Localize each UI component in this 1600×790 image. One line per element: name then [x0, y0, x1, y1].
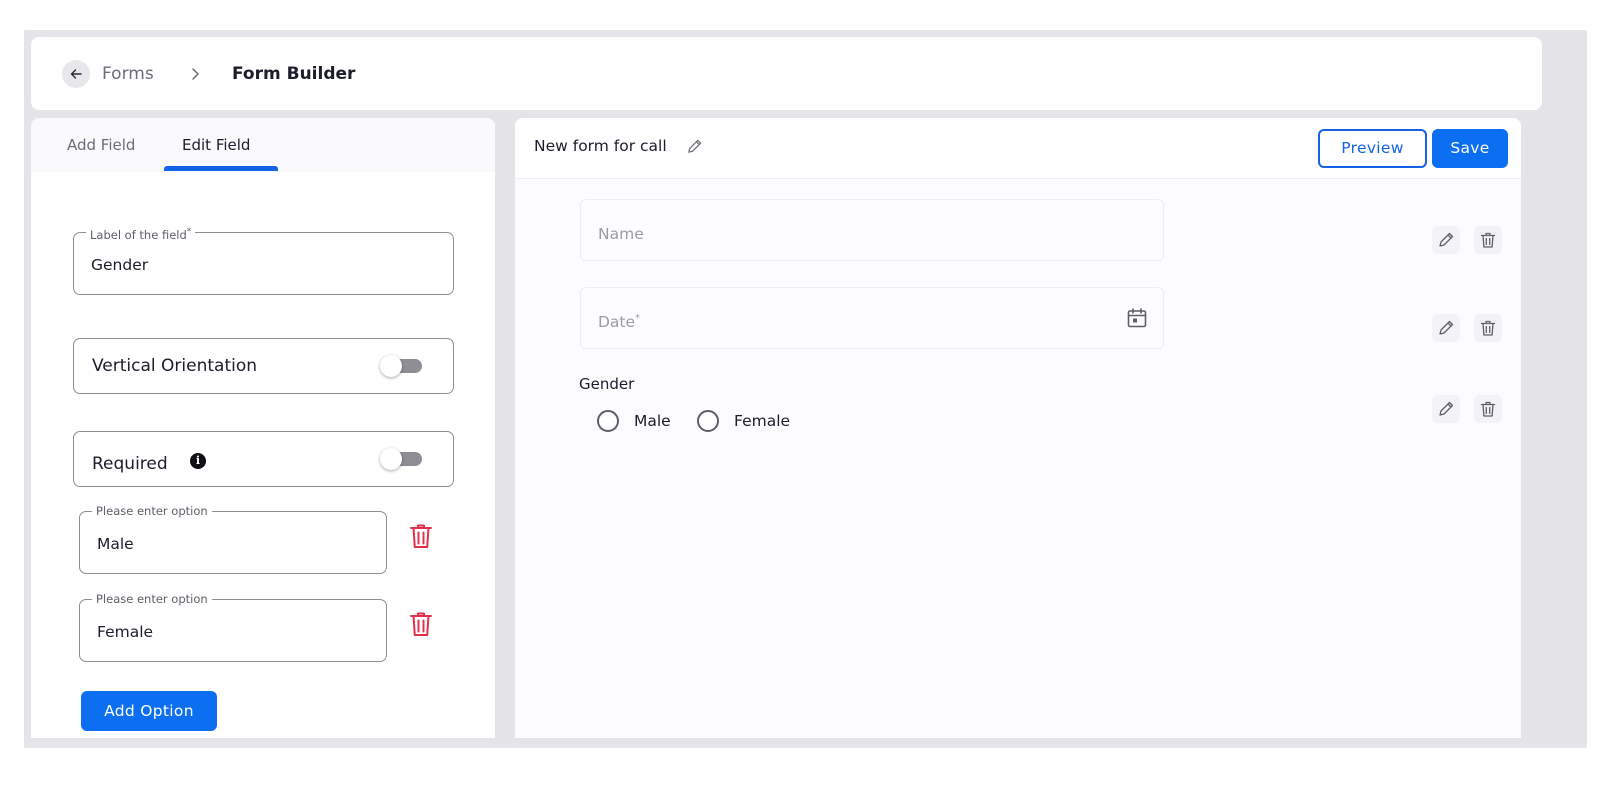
- option-value: Male: [97, 535, 134, 553]
- name-field[interactable]: Name: [580, 199, 1164, 261]
- form-title: New form for call: [534, 137, 667, 155]
- name-placeholder: Name: [598, 225, 644, 244]
- trash-icon: [1480, 320, 1496, 336]
- tab-add-field[interactable]: Add Field: [67, 135, 135, 155]
- edit-gender-field-button[interactable]: [1432, 395, 1460, 423]
- field-label-legend: Label of the field*: [86, 225, 196, 242]
- trash-icon: [1480, 232, 1496, 248]
- field-label-input[interactable]: Label of the field* Gender: [73, 225, 454, 295]
- delete-date-field-button[interactable]: [1474, 314, 1502, 342]
- breadcrumb-forms-link[interactable]: Forms: [102, 64, 154, 84]
- add-option-button[interactable]: Add Option: [81, 691, 217, 731]
- pencil-icon: [1439, 401, 1454, 416]
- vertical-orientation-toggle[interactable]: [380, 354, 424, 378]
- chevron-right-icon: [192, 68, 199, 80]
- delete-option-1-icon[interactable]: [408, 522, 434, 550]
- required-label: Required: [92, 454, 168, 474]
- radio-male-label: Male: [634, 412, 671, 430]
- vertical-orientation-label: Vertical Orientation: [92, 356, 258, 376]
- option-input-1[interactable]: Please enter option Male: [79, 504, 387, 574]
- preview-button[interactable]: Preview: [1318, 129, 1427, 168]
- back-button[interactable]: [62, 60, 90, 88]
- delete-option-2-icon[interactable]: [408, 610, 434, 638]
- required-toggle[interactable]: [380, 447, 424, 471]
- tab-bar: Add Field Edit Field: [31, 118, 495, 172]
- vertical-orientation-row: Vertical Orientation: [73, 338, 454, 394]
- page-title: Form Builder: [232, 64, 356, 84]
- delete-gender-field-button[interactable]: [1474, 395, 1502, 423]
- toggle-knob: [380, 448, 402, 470]
- radio-male[interactable]: [597, 410, 619, 432]
- gender-field-label: Gender: [579, 375, 635, 393]
- calendar-icon[interactable]: [1126, 307, 1148, 329]
- option-legend: Please enter option: [92, 592, 212, 606]
- tab-edit-field[interactable]: Edit Field: [182, 135, 250, 155]
- active-tab-indicator: [164, 166, 278, 171]
- pencil-icon: [1439, 232, 1454, 247]
- required-row: Required i: [73, 431, 454, 487]
- option-value: Female: [97, 623, 154, 641]
- pencil-icon: [1439, 320, 1454, 335]
- option-input-2[interactable]: Please enter option Female: [79, 592, 387, 662]
- trash-icon: [1480, 401, 1496, 417]
- edit-date-field-button[interactable]: [1432, 314, 1460, 342]
- date-placeholder: Date*: [598, 313, 641, 332]
- edit-name-field-button[interactable]: [1432, 226, 1460, 254]
- info-icon[interactable]: i: [190, 453, 206, 469]
- date-field[interactable]: Date*: [580, 287, 1164, 349]
- arrow-left-icon: [70, 69, 82, 79]
- option-legend: Please enter option: [92, 504, 212, 518]
- delete-name-field-button[interactable]: [1474, 226, 1502, 254]
- toggle-knob: [380, 355, 402, 377]
- save-button[interactable]: Save: [1432, 129, 1508, 168]
- field-label-value: Gender: [91, 256, 149, 274]
- radio-female[interactable]: [697, 410, 719, 432]
- radio-female-label: Female: [734, 412, 791, 430]
- pencil-icon[interactable]: [686, 138, 703, 155]
